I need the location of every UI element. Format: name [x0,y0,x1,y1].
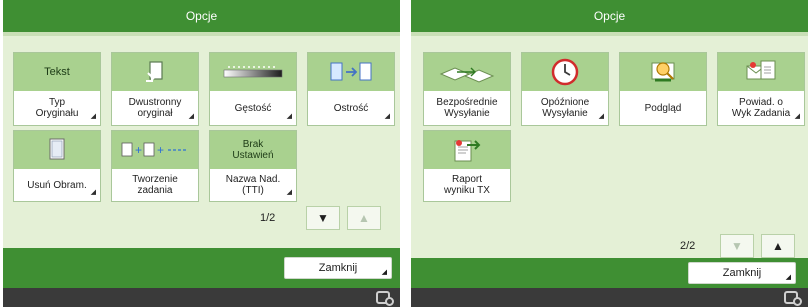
submenu-indicator-icon: ◢ [794,113,800,120]
page-up-button[interactable]: ▲ [761,234,795,258]
duplex-original-icon [146,61,163,82]
tile-tx-report[interactable]: Raport wyniku TX [423,130,511,202]
tile-erase-frame[interactable]: Usuń Obram. ◢ [13,130,101,202]
tile-preview-top [620,53,706,91]
submenu-indicator-icon: ◢ [286,189,292,196]
close-button-label: Zamknij [722,267,762,279]
submenu-indicator-icon: ◢ [90,113,96,120]
action-bar: Zamknij ◢ [411,258,808,288]
tile-sharpness[interactable]: Ostrość ◢ [307,52,395,126]
close-button-label: Zamknij [318,262,358,274]
tile-sender-name-label: Nazwa Nad. (TTI) ◢ [210,169,296,201]
tile-original-type-top: Tekst [14,53,100,91]
tile-preview-text: Podgląd [644,102,682,114]
tile-job-notice-text: Powiad. o Wyk Zadania [731,97,791,119]
submenu-indicator-icon: ◢ [384,113,390,120]
tile-direct-send-top [424,53,510,91]
tile-job-notice-top [718,53,804,91]
tile-sharpness-top [308,53,394,91]
tile-direct-send-label: Bezpośrednie Wysyłanie [424,91,510,125]
submenu-indicator-icon: ◢ [598,113,604,120]
clock-icon [551,58,579,86]
submenu-indicator-icon: ◢ [188,113,194,120]
tile-erase-frame-label: Usuń Obram. ◢ [14,169,100,201]
chevron-up-icon: ▲ [772,239,784,253]
density-slider-icon [223,66,283,78]
tile-preview-label: Podgląd [620,91,706,125]
tile-delayed-send-text: Opóźnione Wysyłanie [540,97,590,119]
panel-title: Opcje [593,9,626,23]
submenu-indicator-icon: ◢ [286,113,292,120]
chevron-down-icon: ▼ [317,211,329,225]
tile-direct-send[interactable]: Bezpośrednie Wysyłanie [423,52,511,126]
sharpness-icon [330,62,372,81]
tile-sender-name-text: Nazwa Nad. (TTI) [225,174,281,196]
tile-erase-frame-top [14,131,100,169]
tile-job-build-text: Tworzenie zadania [132,174,178,196]
tile-tx-report-label: Raport wyniku TX [424,169,510,201]
chevron-up-icon: ▲ [358,211,370,225]
options-panel-page-1: Opcje Tekst Typ Oryginału ◢ Dwustronny o… [3,0,400,307]
status-monitor-icon[interactable] [784,291,802,306]
erase-frame-icon [49,138,65,160]
tile-original-type-text: Typ Oryginału [35,97,79,119]
panel-title-bar: Opcje [411,0,808,32]
tile-sharpness-text: Ostrość [333,102,369,114]
status-bar [411,288,808,307]
tile-job-notice[interactable]: Powiad. o Wyk Zadania ◢ [717,52,805,126]
tile-preview[interactable]: Podgląd [619,52,707,126]
job-build-icon: + + [121,142,187,157]
options-panel-page-2: Opcje Bezpośrednie Wysyłanie Opóźnione W… [411,0,808,307]
tile-tx-report-text: Raport wyniku TX [444,174,490,196]
tile-job-build-top: + + [112,131,198,169]
tile-duplex-original[interactable]: Dwustronny oryginał ◢ [111,52,199,126]
page-indicator: 2/2 [680,240,696,252]
close-button[interactable]: Zamknij ◢ [688,262,796,284]
tile-original-type-label: Typ Oryginału ◢ [14,91,100,125]
tile-delayed-send-label: Opóźnione Wysyłanie ◢ [522,91,608,125]
page-indicator: 1/2 [260,212,276,224]
panel-title: Opcje [185,9,218,23]
submenu-indicator-icon: ◢ [785,274,791,281]
tx-report-icon [454,140,481,162]
tile-direct-send-text: Bezpośrednie Wysyłanie [436,97,498,119]
page-down-button[interactable]: ▼ [720,234,754,258]
tile-original-type[interactable]: Tekst Typ Oryginału ◢ [13,52,101,126]
chevron-down-icon: ▼ [731,239,743,253]
status-bar [3,288,400,307]
tile-tx-report-top [424,131,510,169]
tile-density[interactable]: Gęstość ◢ [209,52,297,126]
submenu-indicator-icon: ◢ [381,269,387,276]
tile-sender-name[interactable]: Brak Ustawień Nazwa Nad. (TTI) ◢ [209,130,297,202]
tile-density-text: Gęstość [234,102,272,114]
tile-delayed-send[interactable]: Opóźnione Wysyłanie ◢ [521,52,609,126]
tile-delayed-send-top [522,53,608,91]
submenu-indicator-icon: ◢ [90,189,96,196]
status-monitor-icon[interactable] [376,291,394,306]
tile-density-label: Gęstość ◢ [210,91,296,125]
tile-erase-frame-text: Usuń Obram. [27,179,87,191]
job-notice-icon [746,60,776,80]
tile-density-top [210,53,296,91]
tile-sharpness-label: Ostrość ◢ [308,91,394,125]
page-down-button[interactable]: ▼ [306,206,340,230]
tile-duplex-original-text: Dwustronny oryginał [128,97,182,119]
tile-job-notice-label: Powiad. o Wyk Zadania ◢ [718,91,804,125]
tile-duplex-original-top [112,53,198,91]
divider [411,32,808,36]
preview-icon [651,62,675,82]
panel-title-bar: Opcje [3,0,400,32]
divider [3,32,400,36]
tile-sender-name-status: Brak Ustawień [232,139,274,161]
svg-text:+: + [157,143,164,157]
page-up-button[interactable]: ▲ [347,206,381,230]
close-button[interactable]: Zamknij ◢ [284,257,392,279]
direct-send-icon [439,67,495,83]
tile-duplex-original-label: Dwustronny oryginał ◢ [112,91,198,125]
tile-sender-name-top: Brak Ustawień [210,131,296,169]
tile-job-build[interactable]: + + Tworzenie zadania [111,130,199,202]
svg-text:+: + [135,143,142,157]
action-bar: Zamknij ◢ [3,248,400,288]
tile-job-build-label: Tworzenie zadania [112,169,198,201]
